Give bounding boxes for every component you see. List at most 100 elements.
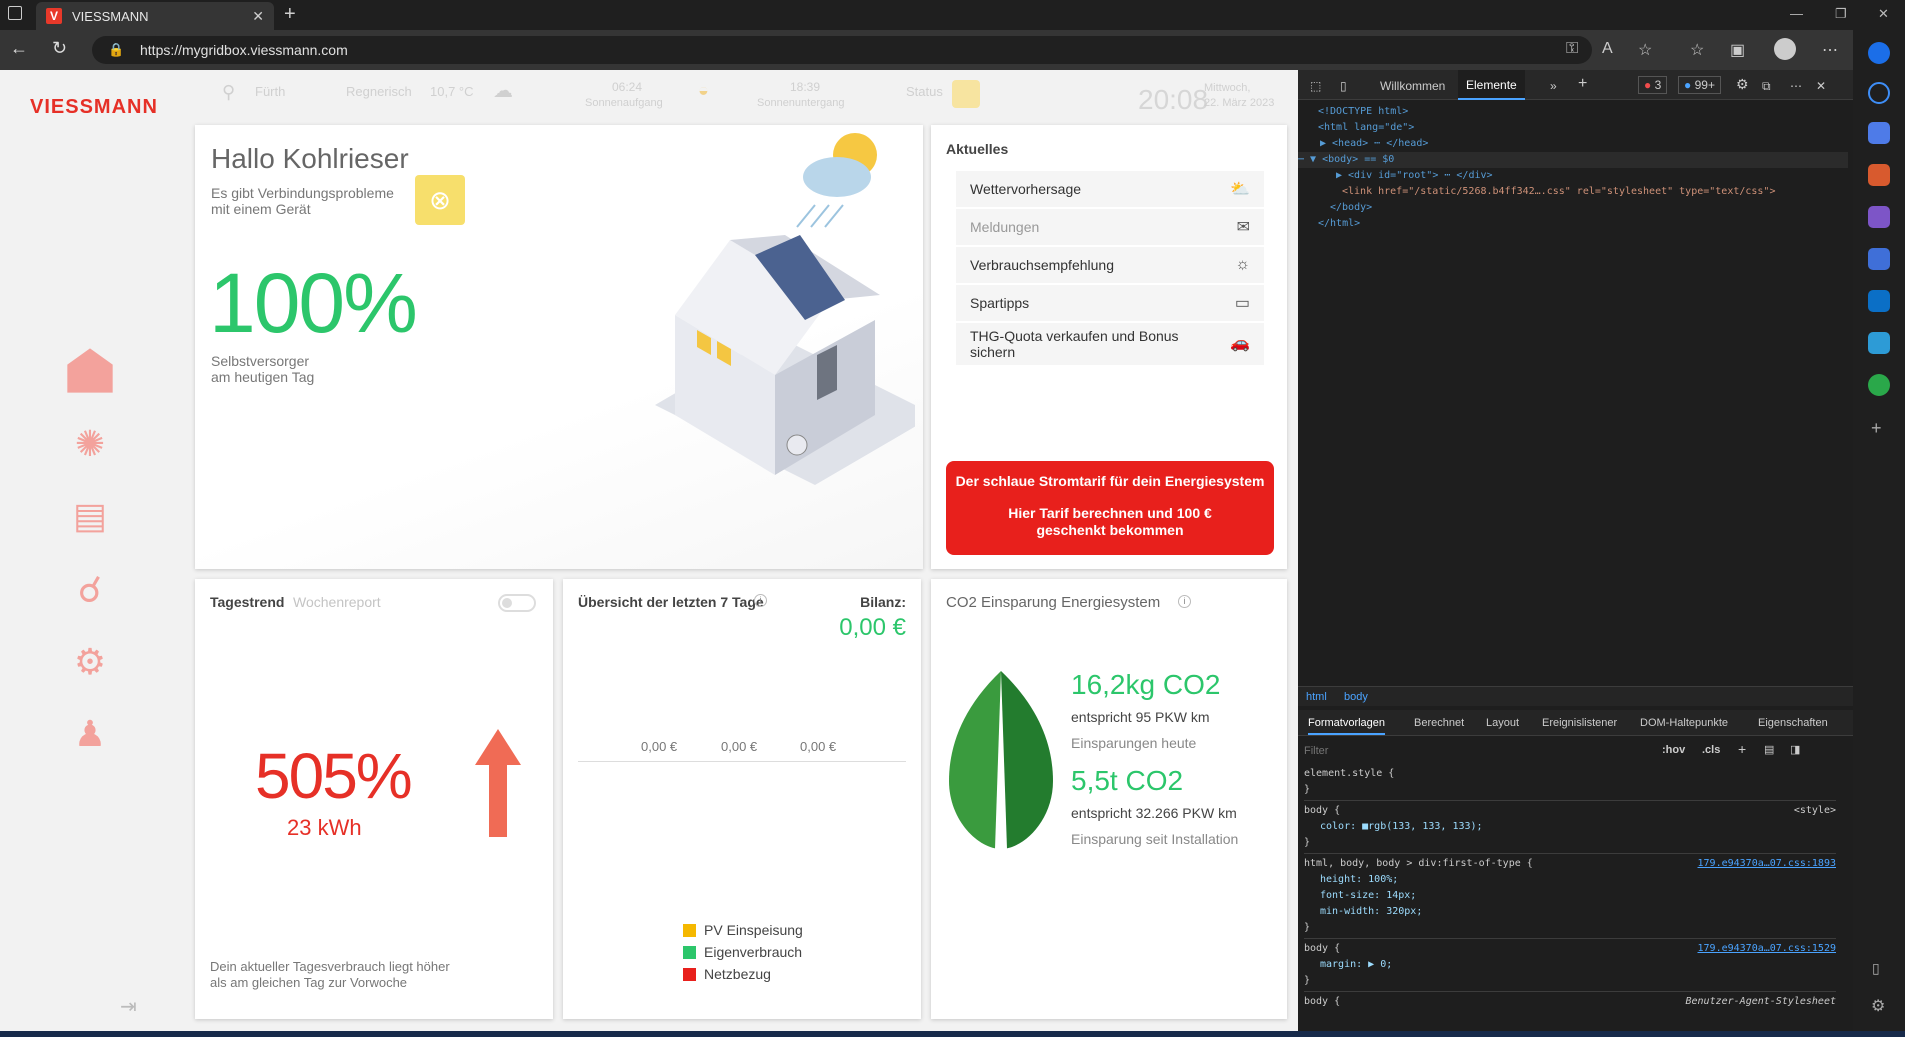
home-icon[interactable]	[62, 342, 118, 398]
refresh-icon[interactable]: ↻	[52, 38, 67, 59]
dock-icon[interactable]: ⧉	[1762, 79, 1771, 94]
sidebar-panel-icon[interactable]: ▯	[1872, 960, 1880, 977]
tab-actions-icon[interactable]	[8, 6, 22, 20]
info-icon[interactable]: i	[1178, 595, 1191, 608]
report-toggle[interactable]	[498, 594, 536, 612]
cls-button[interactable]: .cls	[1702, 744, 1720, 756]
aktuelles-item-weather[interactable]: Wettervorhersage ⛅	[956, 171, 1264, 207]
new-rule-icon[interactable]: +	[1738, 741, 1746, 757]
style-rule[interactable]: element.style {}	[1304, 766, 1836, 801]
sidebar-settings-icon[interactable]: ⚙	[1871, 996, 1885, 1016]
breadcrumb-html[interactable]: html	[1306, 691, 1327, 703]
device-icon[interactable]: ▯	[1340, 79, 1347, 93]
devtools-panel: ⬚ ▯ Willkommen Elemente » + ● 3 ● 99+ ⚙ …	[1298, 70, 1853, 1037]
favorites-icon[interactable]: ☆	[1690, 40, 1704, 60]
dom-line[interactable]: <!DOCTYPE html>	[1318, 104, 1848, 120]
style-property[interactable]: font-size: 14px;	[1304, 888, 1836, 904]
profile-avatar[interactable]	[1774, 38, 1796, 60]
logout-icon[interactable]: ⇥	[120, 994, 137, 1019]
style-property[interactable]: margin: ▶ 0;	[1304, 957, 1836, 973]
dom-line[interactable]: </html>	[1318, 216, 1848, 232]
aktuelles-item-tips[interactable]: Spartipps ▭	[956, 285, 1264, 321]
devtools-more-icon[interactable]: ⋯	[1790, 79, 1802, 93]
dom-line-selected[interactable]: ⋯ ▼ <body> == $0	[1298, 152, 1848, 168]
subtab-berechnet[interactable]: Berechnet	[1414, 717, 1464, 729]
style-rule[interactable]: body { <style> color: ■rgb(133, 133, 133…	[1304, 801, 1836, 854]
tab-willkommen[interactable]: Willkommen	[1380, 79, 1445, 93]
favorite-add-icon[interactable]: ☆	[1638, 40, 1652, 60]
style-property[interactable]: color: ■rgb(133, 133, 133);	[1304, 819, 1836, 835]
style-source[interactable]: <style>	[1794, 803, 1836, 819]
aktuelles-item-recommendation[interactable]: Verbrauchsempfehlung ☼	[956, 247, 1264, 283]
drop-icon[interactable]	[1868, 332, 1890, 354]
add-tab-icon[interactable]: +	[1578, 75, 1587, 93]
message-count[interactable]: ● 99+	[1678, 76, 1721, 94]
read-aloud-icon[interactable]: A	[1602, 40, 1613, 58]
subtab-layout[interactable]: Layout	[1486, 717, 1519, 729]
trend-percent: 505%	[255, 740, 413, 812]
more-tabs-icon[interactable]: »	[1550, 79, 1557, 93]
viessmann-logo[interactable]: VIESSMANN	[30, 96, 158, 119]
collections-icon[interactable]: ▣	[1730, 40, 1745, 60]
energy-hand-icon[interactable]: ☌	[62, 562, 118, 618]
subtab-ereignislistener[interactable]: Ereignislistener	[1542, 717, 1617, 729]
aktuelles-item-messages[interactable]: Meldungen ✉	[956, 209, 1264, 245]
style-source[interactable]: 179.e94370a…07.css:1529	[1698, 941, 1836, 957]
co2-total-label: Einsparung seit Installation	[1071, 831, 1239, 847]
report-search-icon[interactable]: ▤	[62, 488, 118, 544]
more-icon[interactable]: ⋯	[1822, 40, 1838, 60]
style-rule[interactable]: html, body, body > div:first-of-type { 1…	[1304, 854, 1836, 939]
breadcrumb-body[interactable]: body	[1344, 691, 1368, 703]
style-property[interactable]: min-width: 320px;	[1304, 904, 1836, 920]
style-property[interactable]: height: 100%;	[1304, 872, 1836, 888]
dom-line[interactable]: <link href="/static/5268.b4ff342….css" r…	[1318, 184, 1848, 200]
add-sidebar-app-icon[interactable]: +	[1871, 418, 1882, 439]
sidebar-toggle-icon[interactable]: ◨	[1790, 743, 1800, 756]
styles-filter-input[interactable]	[1304, 743, 1584, 759]
devtools-settings-icon[interactable]: ⚙	[1736, 76, 1749, 93]
minimize-icon[interactable]: —	[1790, 6, 1803, 21]
status-icon[interactable]	[952, 80, 980, 108]
connection-warning-icon[interactable]: ⊗	[415, 175, 465, 225]
shopping-icon[interactable]	[1868, 122, 1890, 144]
office-icon[interactable]	[1868, 248, 1890, 270]
close-window-icon[interactable]: ✕	[1878, 6, 1889, 22]
tab-tagestrend[interactable]: Tagestrend	[210, 594, 284, 610]
aktuelles-item-thg[interactable]: THG-Quota verkaufen und Bonus sichern 🚗	[956, 323, 1264, 365]
tab-wochenreport[interactable]: Wochenreport	[293, 594, 381, 610]
dom-line[interactable]: ▶ <div id="root"> ⋯ </div>	[1318, 168, 1848, 184]
tree-icon[interactable]	[1868, 374, 1890, 396]
close-tab-icon[interactable]: ✕	[252, 8, 264, 25]
address-field[interactable]: 🔒 https://mygridbox.viessmann.com	[92, 36, 1592, 64]
bing-icon[interactable]	[1868, 42, 1890, 64]
print-style-icon[interactable]: ▤	[1764, 743, 1774, 756]
back-icon[interactable]: ←	[10, 38, 28, 59]
tools-icon[interactable]	[1868, 164, 1890, 186]
dom-line[interactable]: ▶ <head> ⋯ </head>	[1318, 136, 1848, 152]
tariff-promo-button[interactable]: Der schlaue Stromtarif für dein Energies…	[946, 461, 1274, 555]
style-rule[interactable]: body { 179.e94370a…07.css:1529 margin: ▶…	[1304, 939, 1836, 992]
style-source[interactable]: 179.e94370a…07.css:1893	[1698, 856, 1836, 872]
dom-line[interactable]: </body>	[1318, 200, 1848, 216]
games-icon[interactable]	[1868, 206, 1890, 228]
subtab-formatvorlagen[interactable]: Formatvorlagen	[1308, 717, 1386, 735]
devtools-close-icon[interactable]: ✕	[1816, 79, 1826, 93]
user-icon[interactable]: ♟	[62, 706, 118, 762]
dom-line[interactable]: <html lang="de">	[1318, 120, 1848, 136]
settings-gear-icon[interactable]: ⚙	[62, 634, 118, 690]
subtab-eigenschaften[interactable]: Eigenschaften	[1758, 717, 1828, 729]
maximize-icon[interactable]: ❐	[1835, 6, 1847, 22]
tab-elemente[interactable]: Elemente	[1458, 70, 1525, 100]
new-tab-icon[interactable]: +	[284, 3, 296, 26]
key-icon[interactable]: ⚿	[1566, 40, 1578, 58]
subtab-dom-haltepunkte[interactable]: DOM-Haltepunkte	[1640, 717, 1728, 729]
sun-icon[interactable]: ✺	[62, 416, 118, 472]
inspect-icon[interactable]: ⬚	[1310, 79, 1321, 93]
hov-button[interactable]: :hov	[1662, 744, 1685, 756]
browser-tab[interactable]: V VIESSMANN ✕	[36, 2, 274, 30]
info-icon[interactable]: i	[754, 594, 767, 607]
style-rule[interactable]: body { Benutzer-Agent-Stylesheet	[1304, 992, 1836, 1012]
search-icon[interactable]	[1868, 82, 1890, 104]
error-count[interactable]: ● 3	[1638, 76, 1668, 94]
outlook-icon[interactable]	[1868, 290, 1890, 312]
